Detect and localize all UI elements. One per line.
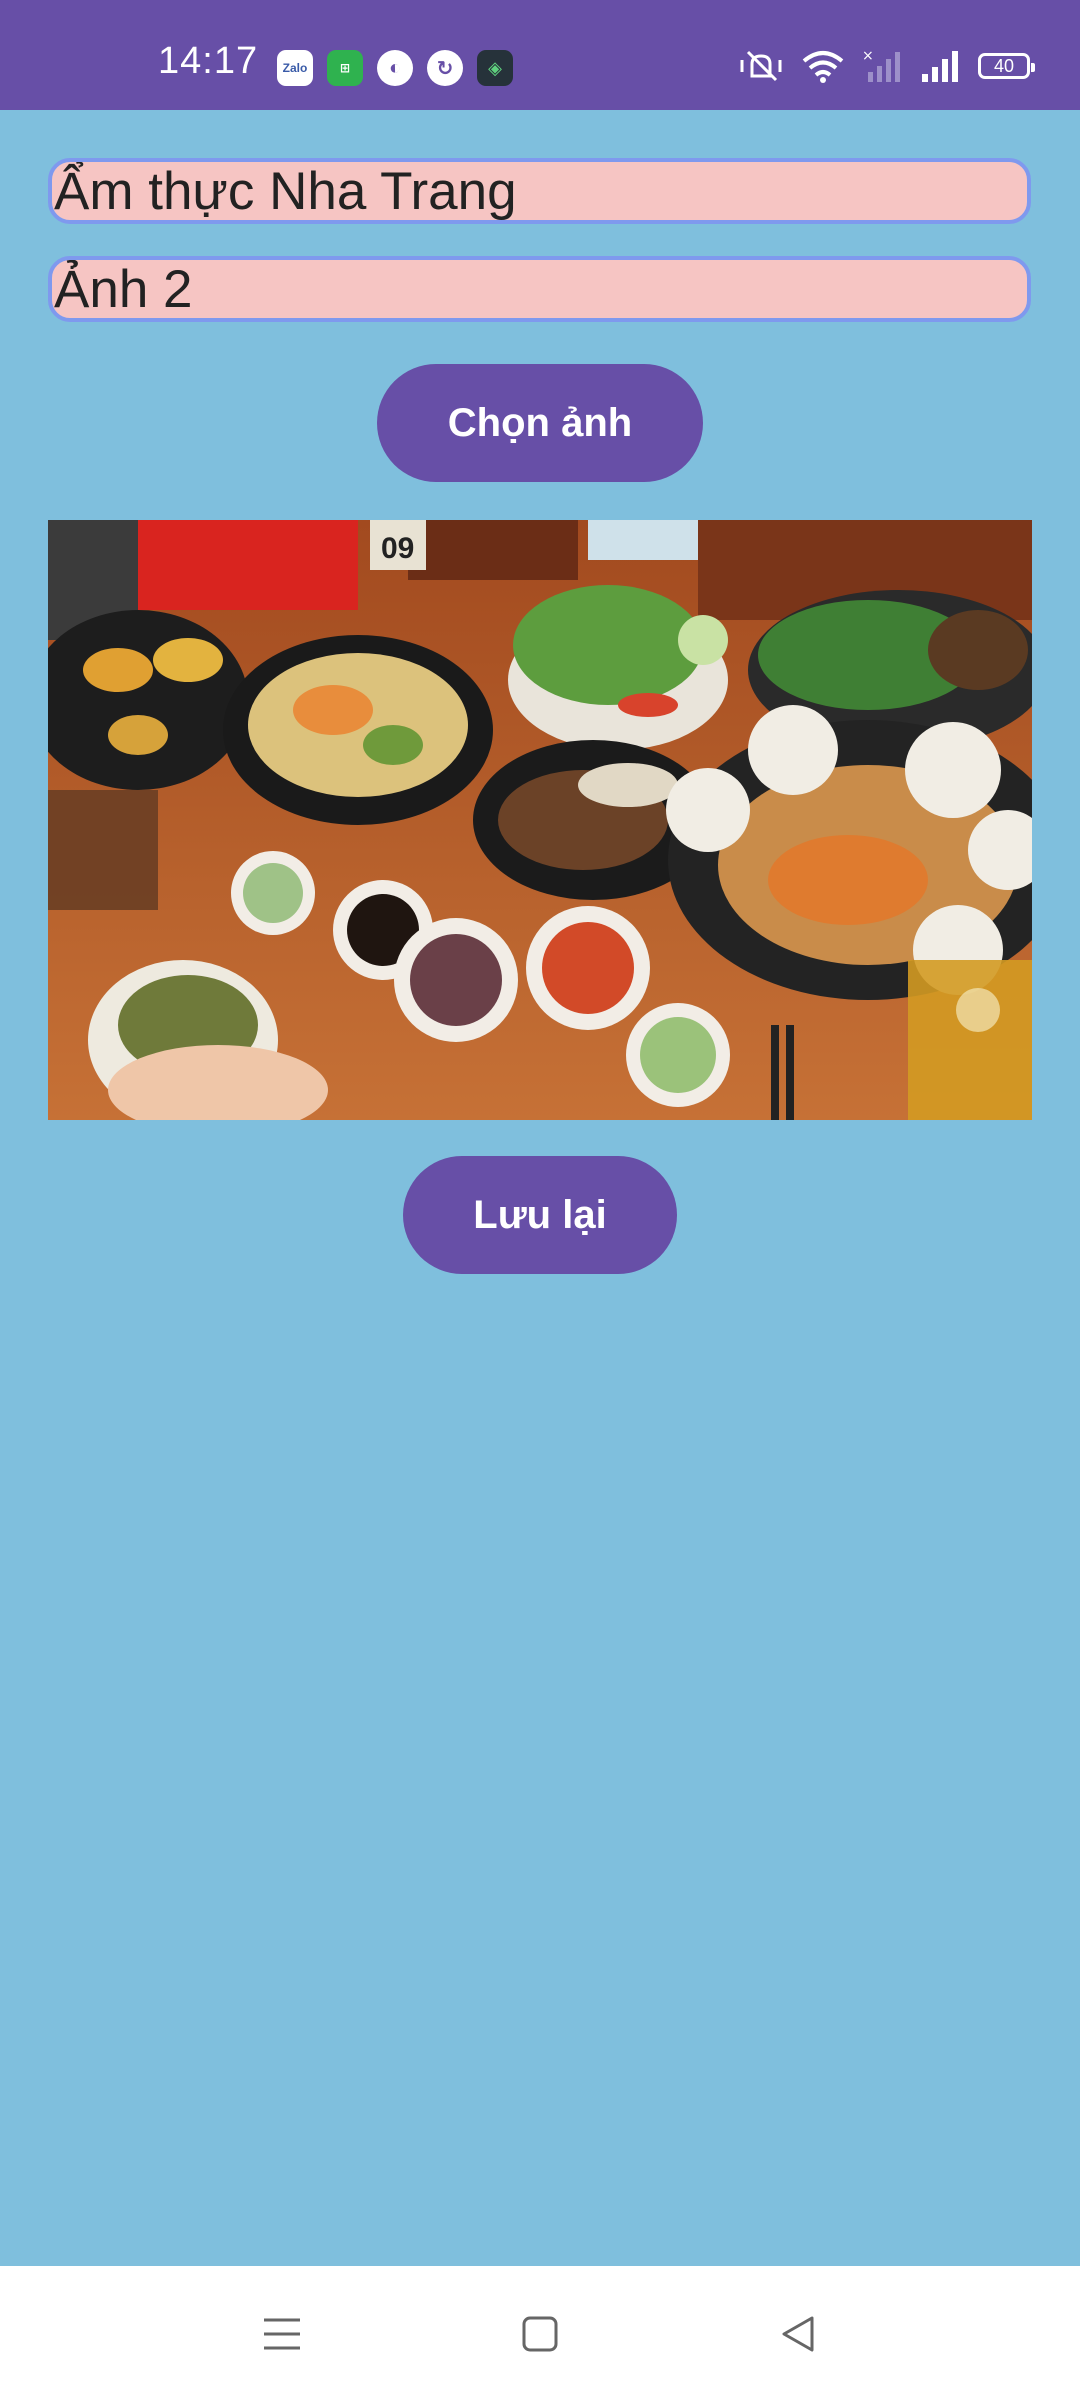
signal-icon xyxy=(922,51,958,82)
app-icon: ◐ xyxy=(377,50,413,86)
table-number: 09 xyxy=(381,532,414,565)
circle-app-icon: ↻ xyxy=(427,50,463,86)
no-signal-icon: × xyxy=(862,48,900,82)
battery-icon: 40 xyxy=(978,53,1035,79)
save-button[interactable]: Lưu lại xyxy=(403,1156,677,1274)
choose-image-button[interactable]: Chọn ảnh xyxy=(377,364,703,482)
battery-level: 40 xyxy=(993,55,1015,76)
system-icons: × 40 xyxy=(738,48,1035,84)
zalo-label: Zalo xyxy=(282,61,308,75)
wifi-icon xyxy=(802,51,844,83)
status-bar: 14:17 Zalo ⊞ ◐ ↻ ◈ × 40 xyxy=(0,0,1080,110)
image-name-input[interactable] xyxy=(48,256,1031,322)
status-time: 14:17 xyxy=(158,40,259,82)
shopee-icon: ⊞ xyxy=(327,50,363,86)
vibrate-icon xyxy=(740,50,782,82)
title-input[interactable] xyxy=(48,158,1031,224)
back-icon[interactable] xyxy=(768,2304,828,2364)
security-icon: ◈ xyxy=(477,50,513,86)
menu-icon[interactable] xyxy=(252,2304,312,2364)
home-icon[interactable] xyxy=(510,2304,570,2364)
selected-photo: 09 xyxy=(48,520,1032,1120)
navigation-bar xyxy=(0,2266,1080,2400)
zalo-icon: Zalo xyxy=(277,50,313,86)
food-photo-image: 09 xyxy=(48,520,1032,1120)
svg-text:×: × xyxy=(862,48,874,64)
notification-icons: Zalo ⊞ ◐ ↻ ◈ xyxy=(277,50,513,86)
